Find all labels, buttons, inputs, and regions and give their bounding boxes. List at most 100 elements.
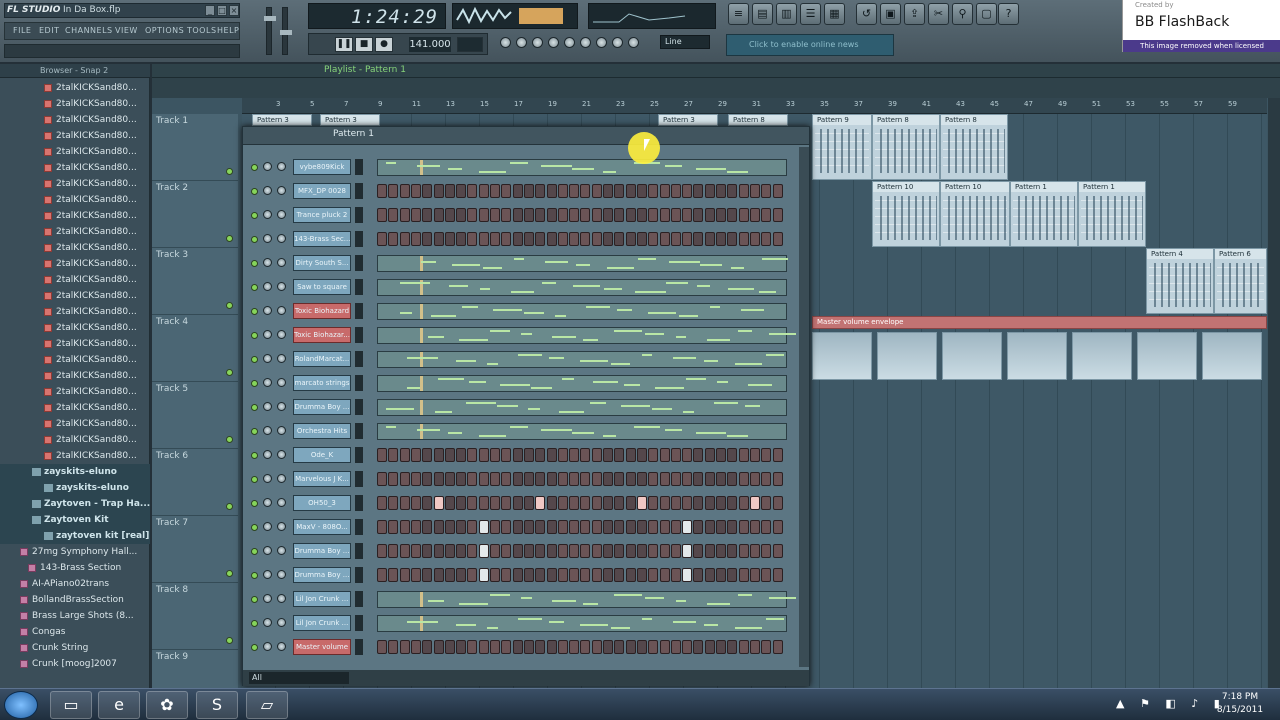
step-button[interactable] <box>490 568 500 582</box>
step-button[interactable] <box>399 568 410 582</box>
step-button[interactable] <box>388 640 399 654</box>
channel-pan-knob[interactable] <box>263 522 272 531</box>
step-button[interactable] <box>625 568 636 582</box>
step-button[interactable] <box>682 184 693 198</box>
menu-options[interactable]: OPTIONS <box>145 26 184 35</box>
step-button[interactable] <box>444 640 455 654</box>
step-button[interactable] <box>693 472 704 486</box>
step-button[interactable] <box>716 448 726 462</box>
step-button[interactable] <box>659 184 670 198</box>
step-button[interactable] <box>591 496 602 510</box>
step-button[interactable] <box>410 232 421 246</box>
channel-pan-knob[interactable] <box>263 642 272 651</box>
step-button[interactable] <box>569 448 580 462</box>
step-button[interactable] <box>749 568 760 582</box>
step-button[interactable] <box>569 208 580 222</box>
step-button[interactable] <box>636 208 647 222</box>
step-button[interactable] <box>716 544 726 558</box>
step-button[interactable] <box>591 184 602 198</box>
channel-volume-knob[interactable] <box>277 546 286 555</box>
step-button[interactable] <box>591 448 602 462</box>
channel-name-button[interactable]: Drumma Boy ... <box>293 567 351 583</box>
step-button[interactable] <box>546 472 557 486</box>
step-button[interactable] <box>433 184 444 198</box>
channel-mute-led[interactable] <box>251 476 258 483</box>
step-button[interactable] <box>727 520 738 534</box>
step-button[interactable] <box>648 472 659 486</box>
list-item[interactable]: 2talKICKSand80... <box>0 208 150 224</box>
tempo-display[interactable]: 141.000 <box>409 37 451 52</box>
close-icon[interactable]: × <box>229 5 239 16</box>
step-button[interactable] <box>761 640 772 654</box>
step-button[interactable] <box>546 568 557 582</box>
step-button[interactable] <box>501 232 512 246</box>
step-button[interactable] <box>557 544 568 558</box>
snap-select[interactable]: Line <box>660 35 710 49</box>
channel-pan-knob[interactable] <box>263 498 272 507</box>
step-button[interactable] <box>772 544 783 558</box>
step-button[interactable] <box>603 640 613 654</box>
step-button[interactable] <box>693 496 704 510</box>
channel-volume-knob[interactable] <box>277 330 286 339</box>
list-item[interactable]: Congas <box>0 624 150 640</box>
step-button[interactable] <box>727 208 738 222</box>
pattern-clip[interactable]: Pattern 1 <box>1078 181 1146 247</box>
step-button[interactable] <box>693 568 704 582</box>
step-button[interactable] <box>456 568 467 582</box>
pattern-clip[interactable]: Pattern 8 <box>728 114 788 126</box>
online-news-bar[interactable]: Click to enable online news <box>726 34 894 56</box>
step-button[interactable] <box>557 184 568 198</box>
tools-icon[interactable]: ✂ <box>928 3 949 25</box>
step-button[interactable] <box>603 520 613 534</box>
record-button[interactable]: ● <box>375 37 393 52</box>
list-item[interactable]: 27mg Symphony Hall... <box>0 544 150 560</box>
channel-pan-knob[interactable] <box>263 570 272 579</box>
channel-mute-led[interactable] <box>251 260 258 267</box>
restore-icon[interactable]: □ <box>217 5 227 16</box>
channel-pan-knob[interactable] <box>263 618 272 627</box>
piano-roll-preview[interactable] <box>377 159 787 176</box>
step-button[interactable] <box>749 544 760 558</box>
track-header[interactable]: Track 6 <box>152 449 238 516</box>
step-button[interactable] <box>648 568 659 582</box>
step-button[interactable] <box>580 568 591 582</box>
step-sequencer-icon[interactable]: ▥ <box>776 3 797 25</box>
list-item[interactable]: 2talKICKSand80... <box>0 384 150 400</box>
step-button[interactable] <box>422 472 433 486</box>
automation-clip[interactable] <box>1202 332 1262 380</box>
menu-view[interactable]: VIEW <box>115 26 138 35</box>
step-button[interactable] <box>410 520 421 534</box>
step-button[interactable] <box>682 544 693 558</box>
step-button[interactable] <box>603 568 613 582</box>
step-button[interactable] <box>422 232 433 246</box>
step-button[interactable] <box>523 208 534 222</box>
step-button[interactable] <box>704 208 715 222</box>
step-button[interactable] <box>738 520 749 534</box>
step-button[interactable] <box>603 184 613 198</box>
step-button[interactable] <box>614 208 625 222</box>
step-button[interactable] <box>501 448 512 462</box>
step-button[interactable] <box>738 568 749 582</box>
channel-pan-knob[interactable] <box>263 546 272 555</box>
step-button[interactable] <box>546 448 557 462</box>
menu-help[interactable]: HELP <box>217 26 239 35</box>
mode-knob[interactable] <box>532 37 543 48</box>
list-item[interactable]: 2talKICKSand80... <box>0 272 150 288</box>
step-button[interactable] <box>614 496 625 510</box>
channel-name-button[interactable]: marcato strings <box>293 375 351 391</box>
step-button[interactable] <box>399 448 410 462</box>
channel-mute-led[interactable] <box>251 164 258 171</box>
step-button[interactable] <box>738 208 749 222</box>
timeline-ruler[interactable]: 3 5 7 9 11 13 15 17 19 21 23 25 27 29 31 33 35 37 39 41 43 45… <box>242 98 1267 114</box>
channel-name-button[interactable]: Master volume <box>293 639 351 655</box>
list-item[interactable]: 2talKICKSand80... <box>0 320 150 336</box>
step-button[interactable] <box>772 568 783 582</box>
track-header[interactable]: Track 5 <box>152 382 238 449</box>
step-button[interactable] <box>444 232 455 246</box>
step-button[interactable] <box>512 520 523 534</box>
step-button[interactable] <box>523 472 534 486</box>
step-button[interactable] <box>704 496 715 510</box>
channel-name-button[interactable]: MaxV - 808O... <box>293 519 351 535</box>
browser-icon[interactable]: ▦ <box>824 3 845 25</box>
step-button[interactable] <box>456 448 467 462</box>
